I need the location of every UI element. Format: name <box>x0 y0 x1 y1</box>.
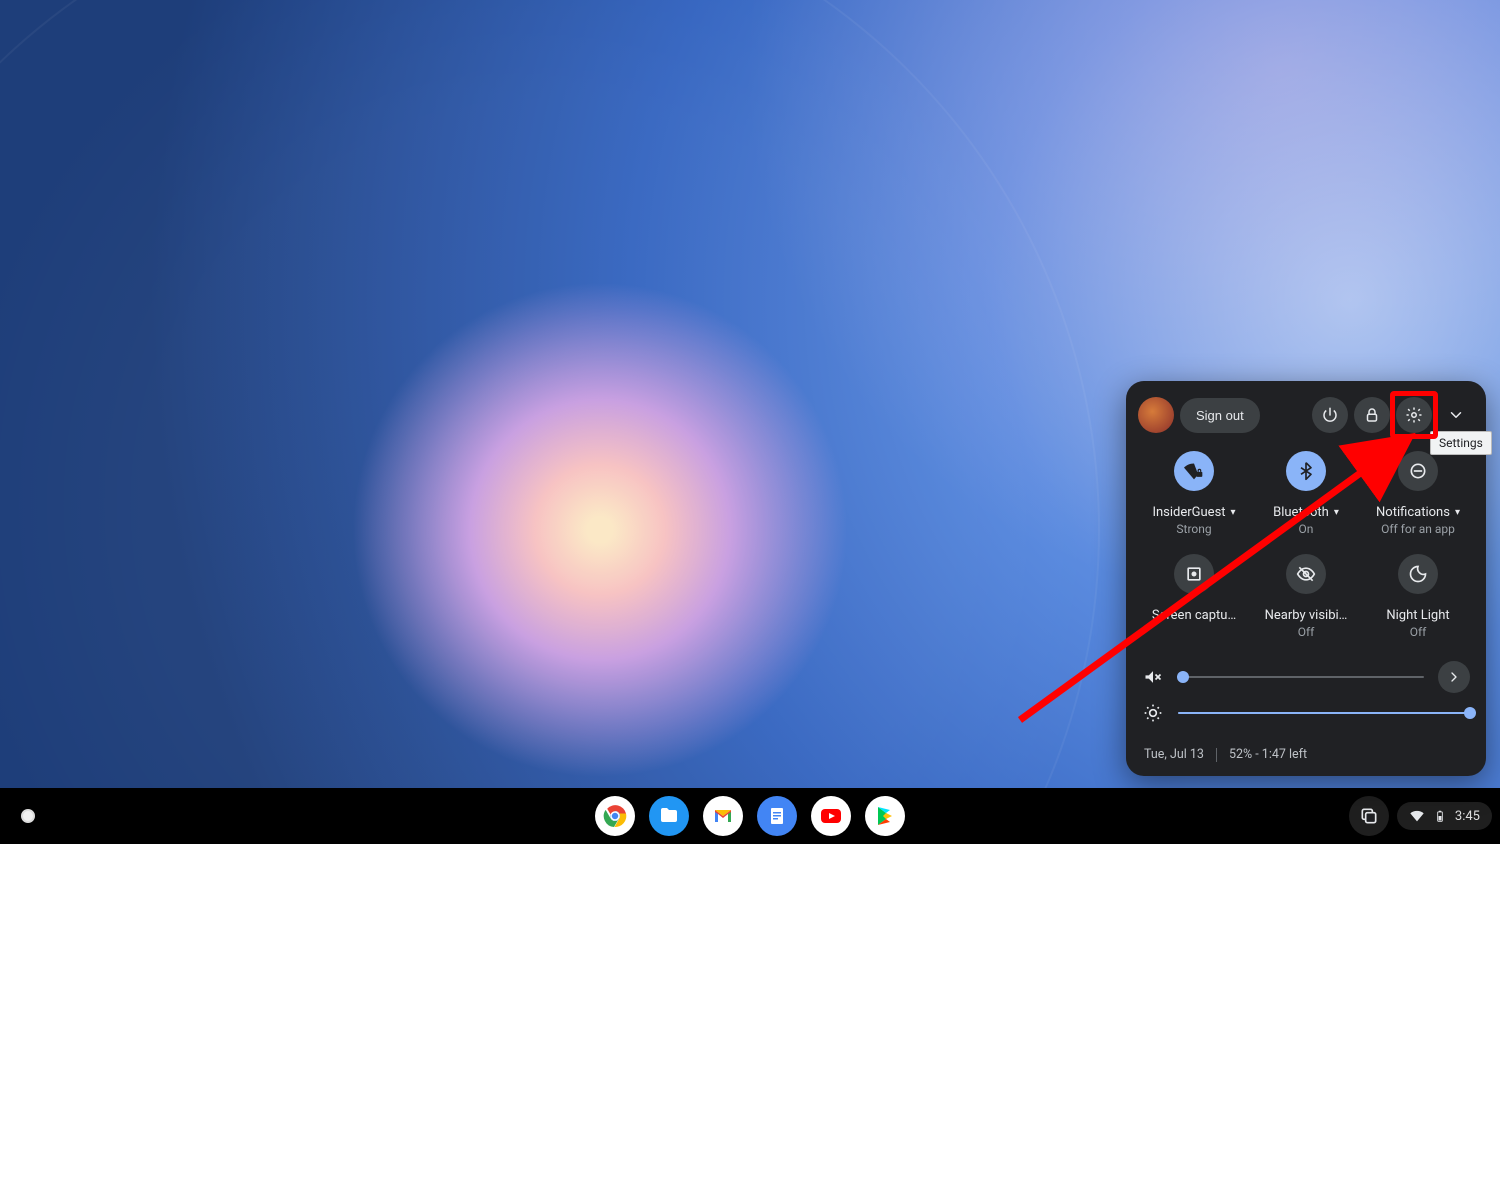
wifi-status: Strong <box>1142 522 1246 536</box>
nearby-label[interactable]: Nearby visibi… <box>1265 608 1348 623</box>
wifi-status-icon <box>1409 808 1425 824</box>
pinned-apps <box>595 796 905 836</box>
nearby-toggle[interactable] <box>1286 554 1326 594</box>
nearby-tile: Nearby visibi… Off <box>1254 554 1358 639</box>
volume-slider[interactable] <box>1178 676 1424 678</box>
collapse-button[interactable] <box>1438 397 1474 433</box>
bluetooth-toggle[interactable] <box>1286 451 1326 491</box>
settings-tooltip: Settings <box>1430 431 1492 455</box>
wifi-toggle[interactable] <box>1174 451 1214 491</box>
bluetooth-tile: Bluetooth On <box>1254 451 1358 536</box>
notifications-tile: Notifications Off for an app <box>1366 451 1470 536</box>
qs-sliders <box>1130 641 1482 737</box>
divider <box>1216 748 1217 762</box>
notifications-toggle[interactable] <box>1398 451 1438 491</box>
night-light-label[interactable]: Night Light <box>1386 608 1449 623</box>
play-store-app-icon[interactable] <box>865 796 905 836</box>
screen-capture-label[interactable]: Screen captu… <box>1152 608 1236 623</box>
notifications-label[interactable]: Notifications <box>1376 505 1460 520</box>
bluetooth-status: On <box>1254 522 1358 536</box>
tote-icon <box>1359 806 1379 826</box>
power-button[interactable] <box>1312 397 1348 433</box>
wifi-lock-icon <box>1184 461 1204 481</box>
qs-footer: Tue, Jul 13 52% - 1:47 left <box>1130 737 1482 762</box>
power-icon <box>1321 406 1339 424</box>
settings-button[interactable] <box>1396 397 1432 433</box>
gmail-app-icon[interactable] <box>703 796 743 836</box>
brightness-icon <box>1142 703 1164 723</box>
sign-out-button[interactable]: Sign out <box>1180 398 1260 433</box>
chevron-right-icon <box>1446 669 1462 685</box>
qs-date: Tue, Jul 13 <box>1144 747 1204 762</box>
docs-app-icon[interactable] <box>757 796 797 836</box>
dnd-icon <box>1408 461 1428 481</box>
screen-capture-icon <box>1184 564 1204 584</box>
qs-battery-text: 52% - 1:47 left <box>1229 747 1307 762</box>
lock-button[interactable] <box>1354 397 1390 433</box>
bluetooth-label[interactable]: Bluetooth <box>1273 505 1339 520</box>
screen-capture-button[interactable] <box>1174 554 1214 594</box>
audio-settings-button[interactable] <box>1438 661 1470 693</box>
status-time: 3:45 <box>1455 809 1480 824</box>
night-light-tile: Night Light Off <box>1366 554 1470 639</box>
visibility-off-icon <box>1296 564 1316 584</box>
gear-icon <box>1405 406 1423 424</box>
qs-tiles-grid: InsiderGuest Strong Bluetooth On Notific… <box>1130 443 1482 641</box>
wifi-label[interactable]: InsiderGuest <box>1152 505 1235 520</box>
files-app-icon[interactable] <box>649 796 689 836</box>
avatar[interactable] <box>1138 397 1174 433</box>
volume-mute-icon[interactable] <box>1142 667 1164 687</box>
nearby-status: Off <box>1254 625 1358 639</box>
brightness-slider-row <box>1142 703 1470 723</box>
notifications-status: Off for an app <box>1366 522 1470 536</box>
brightness-slider[interactable] <box>1178 712 1470 714</box>
lock-icon <box>1363 406 1381 424</box>
launcher-icon <box>21 809 35 823</box>
wifi-tile: InsiderGuest Strong <box>1142 451 1246 536</box>
youtube-app-icon[interactable] <box>811 796 851 836</box>
night-light-toggle[interactable] <box>1398 554 1438 594</box>
chevron-down-icon <box>1447 406 1465 424</box>
status-area[interactable]: 3:45 <box>1397 802 1492 830</box>
launcher-button[interactable] <box>8 796 48 836</box>
night-light-icon <box>1408 564 1428 584</box>
screen-capture-tile: Screen captu… <box>1142 554 1246 639</box>
night-light-status: Off <box>1366 625 1470 639</box>
bluetooth-icon <box>1296 461 1316 481</box>
shelf: 3:45 <box>0 788 1500 844</box>
tote-button[interactable] <box>1349 796 1389 836</box>
chrome-app-icon[interactable] <box>595 796 635 836</box>
battery-status-icon <box>1433 809 1447 823</box>
volume-slider-row <box>1142 661 1470 693</box>
